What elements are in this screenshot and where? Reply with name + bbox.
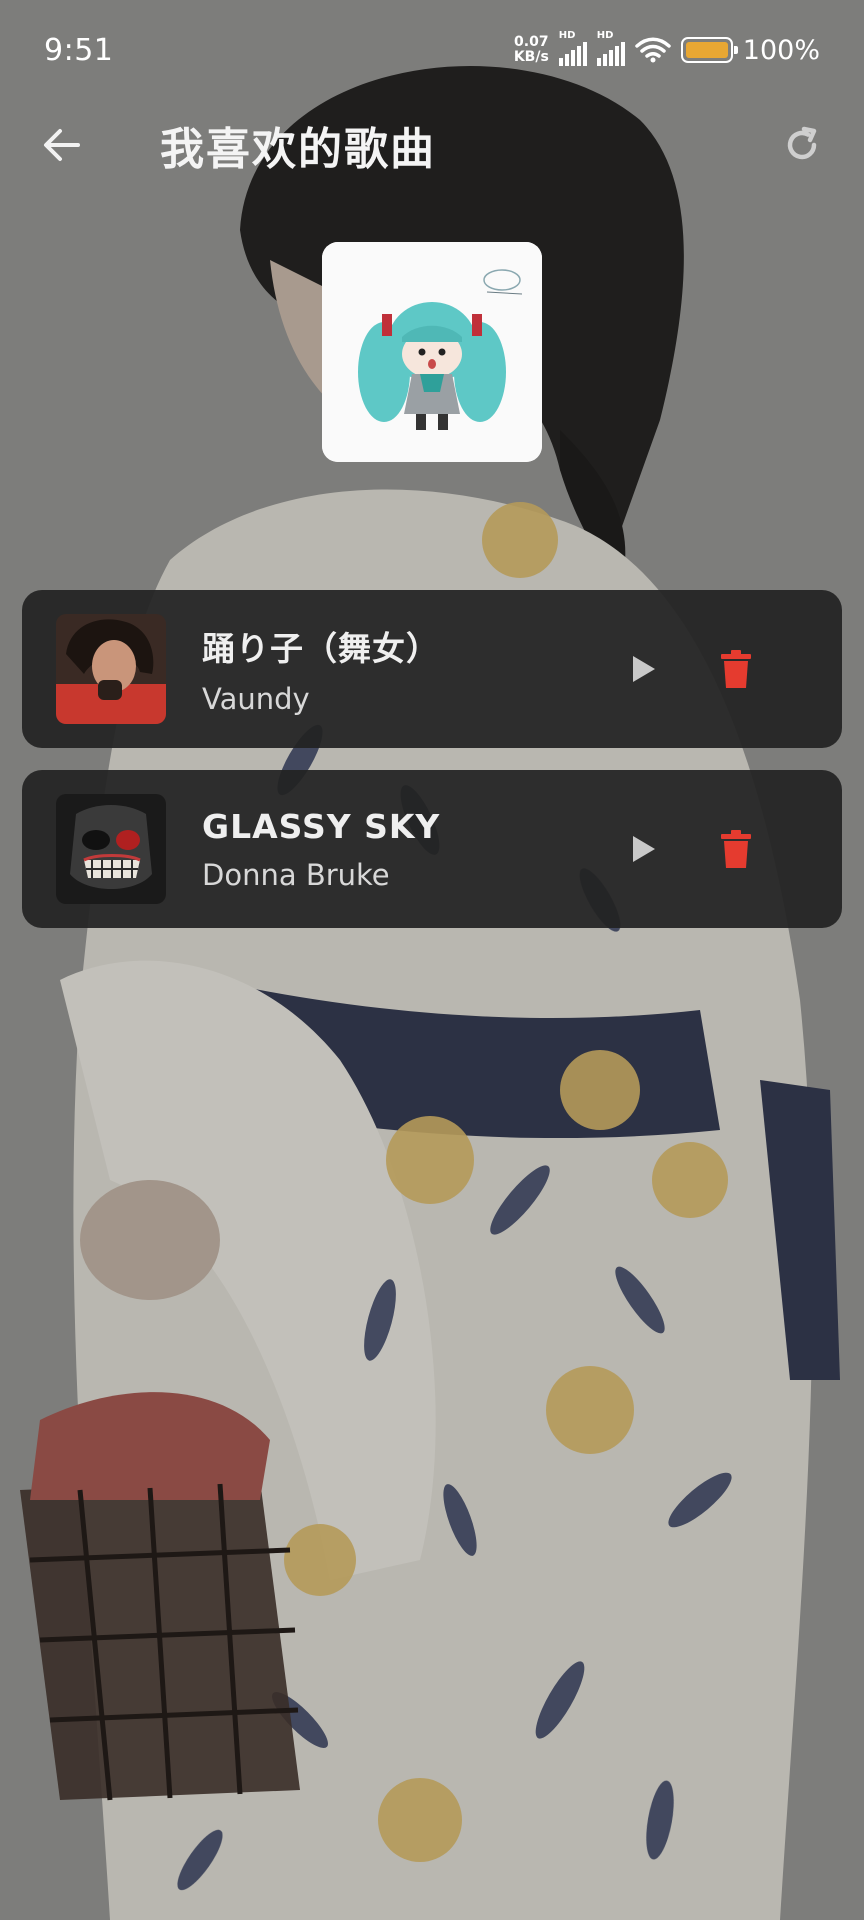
song-info: 踊り子（舞女） Vaundy	[202, 622, 440, 716]
status-time: 9:51	[44, 32, 114, 68]
signal-icon-2: HD	[596, 30, 625, 66]
delete-button[interactable]	[706, 819, 766, 879]
trash-icon	[721, 830, 751, 868]
battery-level	[685, 42, 728, 58]
chibi-character-image	[322, 242, 542, 462]
signal-icon: HD	[558, 30, 587, 66]
song-list: 踊り子（舞女） Vaundy GLASSY SKY Donna Bruke	[22, 590, 842, 950]
play-icon	[633, 656, 655, 682]
song-title: 踊り子（舞女）	[202, 629, 440, 668]
status-bar: 9:51 0.07 KB/s HD HD 100%	[0, 0, 864, 100]
playlist-cover	[322, 242, 542, 462]
song-item[interactable]: 踊り子（舞女） Vaundy	[22, 590, 842, 748]
network-speed-unit: KB/s	[513, 49, 549, 65]
play-button[interactable]	[614, 639, 674, 699]
wifi-icon	[635, 37, 671, 63]
song-title: GLASSY SKY	[202, 806, 441, 846]
network-speed: 0.07 KB/s	[514, 35, 549, 65]
play-icon	[633, 836, 655, 862]
app-header: 我喜欢的歌曲	[0, 100, 864, 190]
play-button[interactable]	[614, 819, 674, 879]
song-info: GLASSY SKY Donna Bruke	[202, 807, 440, 892]
sim1-hd-label: HD	[558, 30, 576, 41]
trash-icon	[721, 650, 751, 688]
arrow-left-icon	[44, 129, 80, 161]
delete-button[interactable]	[706, 639, 766, 699]
page-title: 我喜欢的歌曲	[160, 124, 436, 175]
song-item[interactable]: GLASSY SKY Donna Bruke	[22, 770, 842, 928]
refresh-icon	[787, 126, 817, 160]
back-button[interactable]	[22, 105, 102, 185]
sim2-hd-label: HD	[596, 30, 614, 41]
song-artist: Donna Bruke	[202, 857, 390, 892]
song-cover-image	[56, 794, 166, 904]
status-icons: 0.07 KB/s HD HD 100%	[514, 30, 820, 66]
battery-percent: 100%	[742, 34, 820, 66]
song-artist: Vaundy	[202, 682, 310, 716]
network-speed-value: 0.07	[514, 34, 549, 50]
battery-icon	[680, 37, 738, 63]
song-cover-image	[56, 614, 166, 724]
refresh-button[interactable]	[762, 105, 842, 185]
